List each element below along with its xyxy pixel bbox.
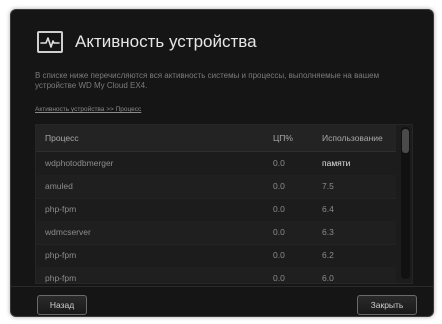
breadcrumb-link[interactable]: Активность устройства >> Процесс bbox=[35, 106, 141, 113]
activity-pulse-icon bbox=[37, 31, 63, 53]
table-row[interactable]: php-fpm 0.0 6.4 bbox=[36, 198, 396, 222]
process-name: php-fpm bbox=[45, 204, 77, 214]
memory-usage-value: 7.5 bbox=[322, 181, 334, 191]
cpu-value: 0.0 bbox=[273, 181, 285, 191]
table-row[interactable]: wdmcserver 0.0 6.3 bbox=[36, 221, 396, 245]
table-row[interactable]: amuled 0.0 7.5 bbox=[36, 175, 396, 199]
footer-divider bbox=[11, 286, 433, 287]
table-row[interactable]: php-fpm 0.0 6.0 bbox=[36, 267, 396, 283]
memory-usage-value: 6.2 bbox=[322, 250, 334, 260]
dialog-title: Активность устройства bbox=[75, 32, 257, 51]
table-scrollbar[interactable] bbox=[401, 127, 410, 279]
memory-usage-value: 6.4 bbox=[322, 204, 334, 214]
cpu-value: 0.0 bbox=[273, 204, 285, 214]
dialog-description: В списке ниже перечисляются вся активнос… bbox=[35, 71, 380, 90]
cpu-value: 0.0 bbox=[273, 250, 285, 260]
back-button[interactable]: Назад bbox=[37, 295, 87, 315]
close-button[interactable]: Закрыть bbox=[357, 295, 417, 315]
process-name: php-fpm bbox=[45, 273, 77, 283]
column-header-cpu[interactable]: ЦП% bbox=[273, 133, 293, 143]
process-table: Процесс ЦП% Использование wdphotodbmerge… bbox=[35, 124, 413, 284]
process-name: wdphotodbmerger bbox=[45, 158, 114, 168]
column-header-memory-overflow: памяти bbox=[322, 158, 351, 168]
table-header: Процесс ЦП% Использование bbox=[36, 125, 396, 152]
cpu-value: 0.0 bbox=[273, 227, 285, 237]
process-name: wdmcserver bbox=[45, 227, 91, 237]
scrollbar-thumb[interactable] bbox=[402, 129, 409, 153]
column-header-usage[interactable]: Использование bbox=[322, 133, 383, 143]
table-row[interactable]: php-fpm 0.0 6.2 bbox=[36, 244, 396, 268]
table-row[interactable]: wdphotodbmerger 0.0 памяти bbox=[36, 152, 396, 176]
memory-usage-value: 6.0 bbox=[322, 273, 334, 283]
memory-usage-value: 6.3 bbox=[322, 227, 334, 237]
cpu-value: 0.0 bbox=[273, 158, 285, 168]
device-activity-dialog: Активность устройства В списке ниже пере… bbox=[10, 9, 434, 317]
process-name: amuled bbox=[45, 181, 73, 191]
cpu-value: 0.0 bbox=[273, 273, 285, 283]
column-header-process[interactable]: Процесс bbox=[45, 133, 79, 143]
process-name: php-fpm bbox=[45, 250, 77, 260]
